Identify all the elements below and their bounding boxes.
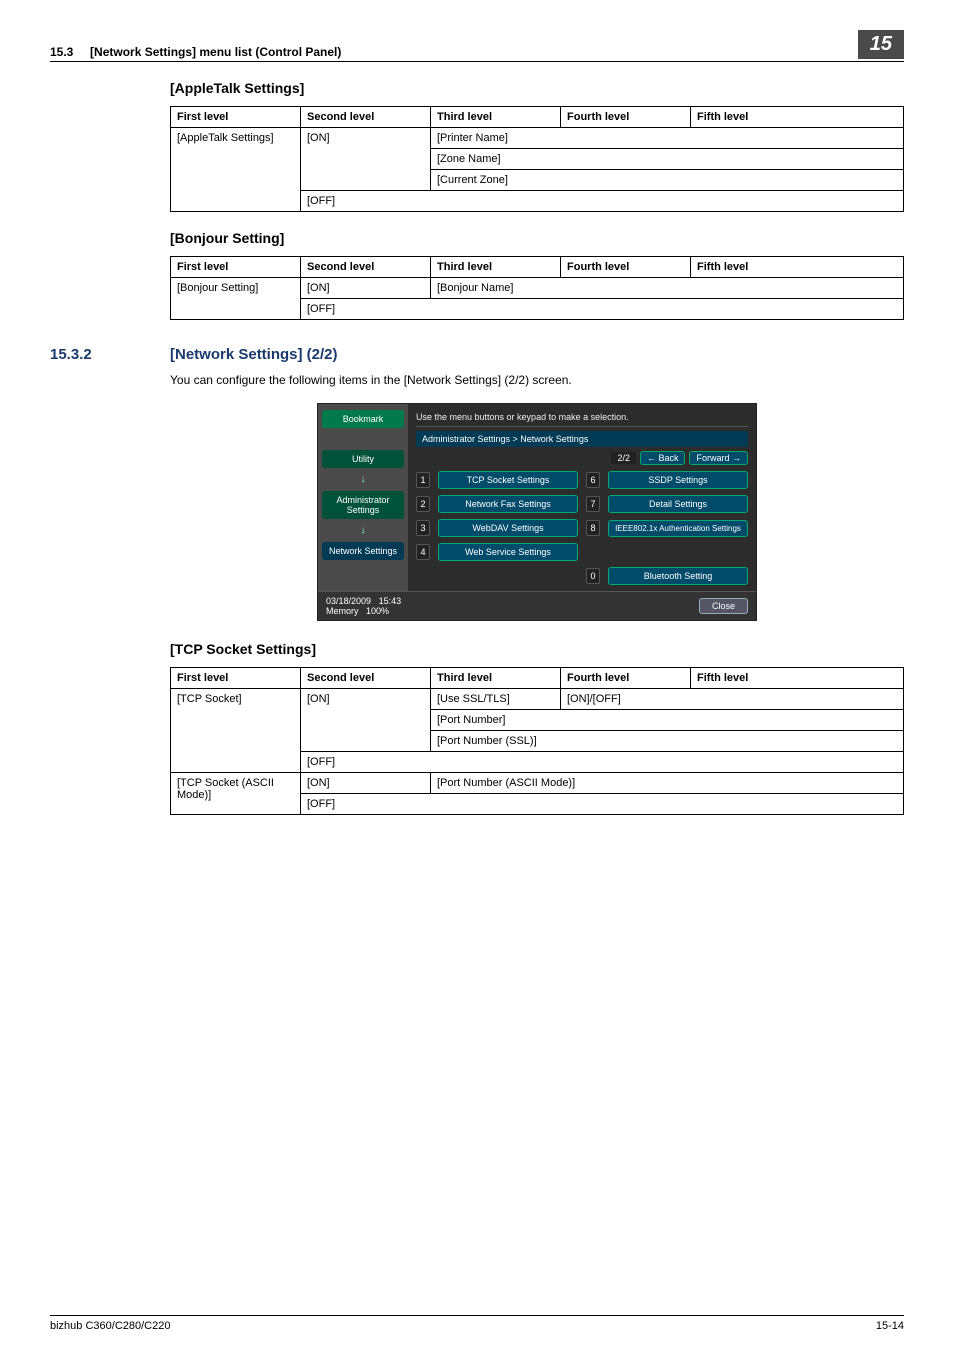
ss-time: 15:43 bbox=[379, 596, 402, 606]
ss-page-indicator: 2/2 bbox=[611, 452, 636, 464]
cell: [TCP Socket] bbox=[171, 689, 301, 773]
cell: [OFF] bbox=[301, 191, 904, 212]
cell: [OFF] bbox=[301, 299, 904, 320]
ss-item-ieee8021x[interactable]: IEEE802.1x Authentication Settings bbox=[608, 520, 748, 537]
ss-left-sidebar: Bookmark Utility ↓ Administrator Setting… bbox=[318, 404, 408, 591]
ss-item-num: 0 bbox=[586, 568, 600, 584]
ss-item-num: 8 bbox=[586, 520, 600, 536]
cell: [ON] bbox=[301, 128, 431, 191]
ss-item-bluetooth[interactable]: Bluetooth Setting bbox=[608, 567, 748, 585]
tcpsocket-table: First level Second level Third level Fou… bbox=[170, 667, 904, 815]
ss-hint: Use the menu buttons or keypad to make a… bbox=[416, 410, 748, 427]
cell: [Port Number (ASCII Mode)] bbox=[431, 773, 904, 794]
cell: [ON] bbox=[301, 689, 431, 752]
header-section: 15.3 [Network Settings] menu list (Contr… bbox=[50, 45, 858, 59]
ss-tab-bookmark[interactable]: Bookmark bbox=[322, 410, 404, 428]
col-header: Second level bbox=[301, 668, 431, 689]
section-heading-row: 15.3.2 [Network Settings] (2/2) bbox=[50, 346, 904, 363]
ss-item-num: 7 bbox=[586, 496, 600, 512]
cell: [OFF] bbox=[301, 794, 904, 815]
col-header: Fourth level bbox=[561, 257, 691, 278]
cell: [Printer Name] bbox=[431, 128, 904, 149]
col-header: Third level bbox=[431, 257, 561, 278]
col-header: Fifth level bbox=[691, 668, 904, 689]
ss-nav: 2/2 ← Back Forward → bbox=[416, 451, 748, 465]
ss-item-detail[interactable]: Detail Settings bbox=[608, 495, 748, 513]
cell: [ON] bbox=[301, 278, 431, 299]
ss-footer-left: 03/18/2009 15:43 Memory 100% bbox=[326, 596, 401, 616]
ss-close-button[interactable]: Close bbox=[699, 598, 748, 614]
page-footer: bizhub C360/C280/C220 15-14 bbox=[50, 1315, 904, 1332]
col-header: Second level bbox=[301, 257, 431, 278]
ss-menu-grid: 1 TCP Socket Settings 6 SSDP Settings 2 … bbox=[416, 471, 748, 585]
ss-item-ssdp[interactable]: SSDP Settings bbox=[608, 471, 748, 489]
col-header: Second level bbox=[301, 107, 431, 128]
ss-forward-button[interactable]: Forward → bbox=[689, 451, 748, 465]
cell: [ON] bbox=[301, 773, 431, 794]
bonjour-heading: [Bonjour Setting] bbox=[170, 230, 904, 246]
col-header: First level bbox=[171, 107, 301, 128]
arrow-down-icon: ↓ bbox=[322, 525, 404, 536]
ss-tab-utility[interactable]: Utility bbox=[322, 450, 404, 468]
ss-item-num: 6 bbox=[586, 472, 600, 488]
chapter-badge: 15 bbox=[858, 30, 904, 59]
footer-model: bizhub C360/C280/C220 bbox=[50, 1320, 170, 1332]
network-settings-screenshot: Bookmark Utility ↓ Administrator Setting… bbox=[317, 403, 757, 621]
ss-item-num: 1 bbox=[416, 472, 430, 488]
ss-item-network-fax[interactable]: Network Fax Settings bbox=[438, 495, 578, 513]
appletalk-table: First level Second level Third level Fou… bbox=[170, 106, 904, 212]
ss-tab-network[interactable]: Network Settings bbox=[322, 542, 404, 560]
appletalk-heading: [AppleTalk Settings] bbox=[170, 80, 904, 96]
section-body: You can configure the following items in… bbox=[170, 373, 904, 387]
ss-breadcrumb: Administrator Settings > Network Setting… bbox=[416, 431, 748, 447]
ss-date: 03/18/2009 bbox=[326, 596, 371, 606]
section-number: 15.3.2 bbox=[50, 346, 170, 363]
header-section-num: 15.3 bbox=[50, 45, 73, 59]
header-section-title: [Network Settings] menu list (Control Pa… bbox=[90, 45, 341, 59]
col-header: Fourth level bbox=[561, 668, 691, 689]
cell: [Port Number] bbox=[431, 710, 904, 731]
cell: [Use SSL/TLS] bbox=[431, 689, 561, 710]
bonjour-table: First level Second level Third level Fou… bbox=[170, 256, 904, 320]
col-header: First level bbox=[171, 257, 301, 278]
cell: [Current Zone] bbox=[431, 170, 904, 191]
section-title: [Network Settings] (2/2) bbox=[170, 346, 338, 363]
ss-item-web-service[interactable]: Web Service Settings bbox=[438, 543, 578, 561]
col-header: Fourth level bbox=[561, 107, 691, 128]
ss-mem-val: 100% bbox=[366, 606, 389, 616]
footer-page-num: 15-14 bbox=[876, 1320, 904, 1332]
ss-item-webdav[interactable]: WebDAV Settings bbox=[438, 519, 578, 537]
col-header: First level bbox=[171, 668, 301, 689]
ss-mem-label: Memory bbox=[326, 606, 359, 616]
ss-item-tcp-socket[interactable]: TCP Socket Settings bbox=[438, 471, 578, 489]
arrow-down-icon: ↓ bbox=[322, 474, 404, 485]
cell: [ON]/[OFF] bbox=[561, 689, 904, 710]
ss-item-num: 2 bbox=[416, 496, 430, 512]
ss-item-num: 3 bbox=[416, 520, 430, 536]
cell: [Zone Name] bbox=[431, 149, 904, 170]
ss-tab-admin[interactable]: Administrator Settings bbox=[322, 491, 404, 519]
cell: [Bonjour Setting] bbox=[171, 278, 301, 320]
col-header: Third level bbox=[431, 107, 561, 128]
cell: [TCP Socket (ASCII Mode)] bbox=[171, 773, 301, 815]
ss-item-num: 4 bbox=[416, 544, 430, 560]
cell: [AppleTalk Settings] bbox=[171, 128, 301, 212]
col-header: Fifth level bbox=[691, 257, 904, 278]
ss-footer: 03/18/2009 15:43 Memory 100% Close bbox=[318, 591, 756, 620]
cell: [Port Number (SSL)] bbox=[431, 731, 904, 752]
ss-back-button[interactable]: ← Back bbox=[640, 451, 686, 465]
col-header: Third level bbox=[431, 668, 561, 689]
col-header: Fifth level bbox=[691, 107, 904, 128]
cell: [OFF] bbox=[301, 752, 904, 773]
cell: [Bonjour Name] bbox=[431, 278, 904, 299]
tcpsocket-heading: [TCP Socket Settings] bbox=[170, 641, 904, 657]
page-header: 15.3 [Network Settings] menu list (Contr… bbox=[50, 30, 904, 62]
